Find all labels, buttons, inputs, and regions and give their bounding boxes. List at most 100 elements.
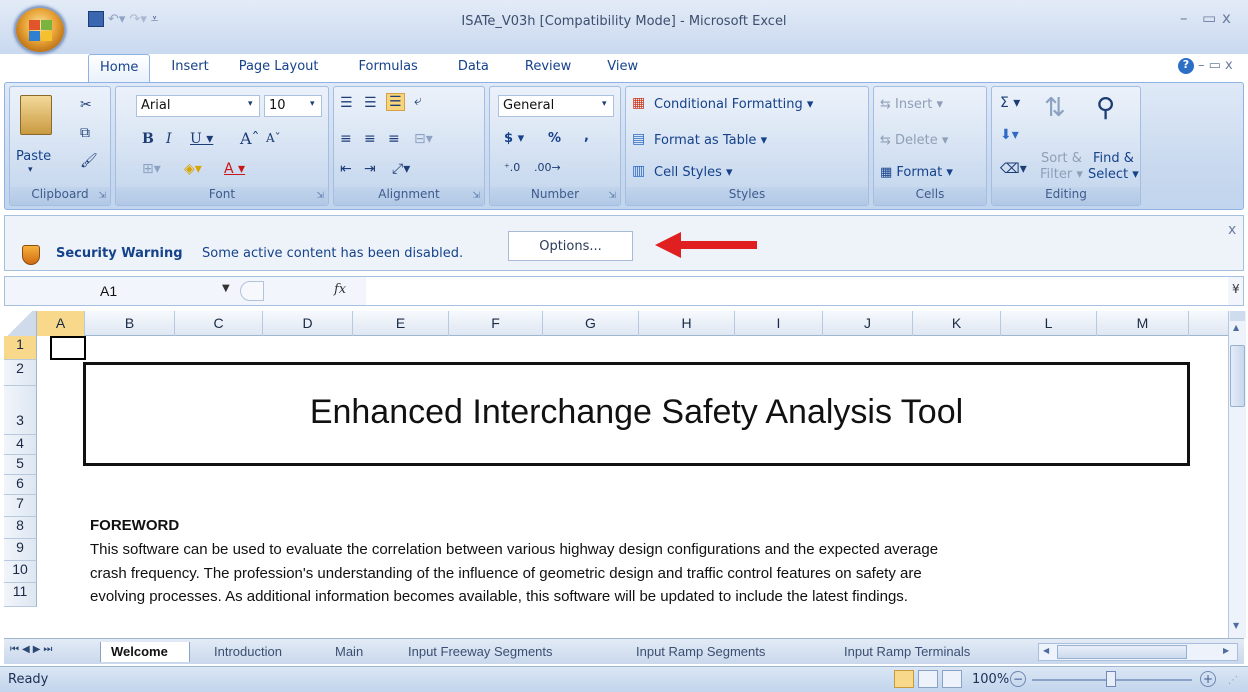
decrease-indent-icon[interactable]: ⇤ — [340, 161, 352, 177]
tab-view[interactable]: View — [596, 54, 649, 82]
font-launcher-icon[interactable]: ⇲ — [316, 191, 324, 201]
row-header[interactable]: 8 — [4, 517, 37, 539]
delete-cells-button[interactable]: ⇆ Delete ▾ — [880, 133, 948, 148]
font-color-icon[interactable]: A ▾ — [224, 161, 245, 177]
options-button[interactable]: Options... — [508, 231, 633, 261]
close-warning-icon[interactable]: x — [1228, 222, 1236, 238]
row-header[interactable]: 10 — [4, 561, 37, 583]
column-header[interactable]: K — [913, 311, 1001, 336]
number-format-dropdown-icon[interactable]: ▾ — [602, 99, 607, 109]
formula-input[interactable] — [366, 277, 1228, 305]
number-launcher-icon[interactable]: ⇲ — [608, 191, 616, 201]
tab-formulas[interactable]: Formulas — [347, 54, 428, 82]
zoom-in-icon[interactable]: + — [1200, 671, 1216, 687]
horizontal-scrollbar[interactable]: ◀ ▶ — [1038, 643, 1238, 661]
shrink-font-icon[interactable]: Aˇ — [266, 131, 281, 145]
currency-button[interactable]: $ ▾ — [504, 131, 524, 146]
normal-view-icon[interactable] — [894, 670, 914, 688]
column-header[interactable]: I — [735, 311, 823, 336]
comma-button[interactable]: , — [584, 129, 589, 144]
row-header[interactable]: 7 — [4, 495, 37, 517]
row-header[interactable]: 11 — [4, 583, 37, 607]
split-box[interactable] — [1230, 311, 1245, 321]
align-right-icon[interactable]: ≡ — [388, 131, 400, 147]
zoom-out-icon[interactable]: − — [1010, 671, 1026, 687]
copy-icon[interactable]: ⧉ — [80, 125, 90, 141]
column-header[interactable]: C — [175, 311, 263, 336]
select-all-button[interactable] — [4, 311, 37, 336]
row-header[interactable]: 5 — [4, 455, 37, 475]
italic-icon[interactable]: I — [166, 131, 172, 147]
format-as-table-button[interactable]: Format as Table ▾ — [654, 133, 767, 148]
column-header[interactable]: F — [449, 311, 543, 336]
scroll-up-icon[interactable]: ▲ — [1233, 323, 1239, 332]
orientation-icon[interactable]: ⤢▾ — [392, 161, 410, 177]
name-box-dropdown-icon[interactable]: ▼ — [222, 283, 230, 294]
autosum-icon[interactable]: Σ ▾ — [1000, 95, 1020, 111]
paste-icon[interactable] — [20, 95, 52, 135]
clear-icon[interactable]: ⌫▾ — [1000, 161, 1027, 177]
scroll-right-icon[interactable]: ▶ — [1223, 646, 1229, 655]
font-name-dropdown-icon[interactable]: ▾ — [248, 99, 253, 109]
font-size-dropdown-icon[interactable]: ▾ — [310, 99, 315, 109]
column-header[interactable]: A — [37, 311, 85, 336]
number-format-select[interactable]: General — [498, 95, 614, 117]
worksheet-grid[interactable]: A B C D E F G H I J K L M 1 2 3 4 5 6 7 … — [4, 311, 1228, 638]
find-select-button[interactable]: Find & Select ▾ — [1088, 151, 1139, 183]
column-header[interactable]: E — [353, 311, 449, 336]
bold-icon[interactable]: B — [142, 131, 154, 147]
scroll-left-icon[interactable]: ◀ — [1043, 646, 1049, 655]
cut-icon[interactable]: ✂ — [80, 97, 92, 113]
tab-page-layout[interactable]: Page Layout — [228, 54, 330, 82]
name-box[interactable]: A1 — [100, 283, 117, 299]
vertical-scrollbar[interactable]: ▲ ▼ — [1228, 311, 1246, 638]
row-header[interactable]: 9 — [4, 539, 37, 561]
align-left-icon[interactable]: ≡ — [340, 131, 352, 147]
column-header[interactable]: L — [1001, 311, 1097, 336]
formula-bar-splitter[interactable] — [240, 281, 264, 301]
align-top-icon[interactable]: ☰ — [340, 95, 353, 111]
wrap-text-icon[interactable]: ⤶ — [414, 93, 422, 109]
row-header[interactable]: 4 — [4, 435, 37, 455]
decrease-decimal-icon[interactable]: .00→ — [534, 161, 561, 174]
paste-button[interactable]: Paste — [16, 149, 51, 164]
column-header[interactable]: J — [823, 311, 913, 336]
expand-formula-bar-icon[interactable]: ¥ — [1232, 282, 1240, 296]
increase-indent-icon[interactable]: ⇥ — [364, 161, 376, 177]
sort-filter-button[interactable]: Sort & Filter ▾ — [1040, 151, 1083, 183]
merge-center-icon[interactable]: ⊟▾ — [414, 131, 433, 147]
percent-button[interactable]: % — [548, 131, 561, 146]
row-header[interactable]: 3 — [4, 386, 37, 435]
alignment-launcher-icon[interactable]: ⇲ — [472, 191, 480, 201]
row-header[interactable]: 2 — [4, 360, 37, 386]
grow-font-icon[interactable]: Aˆ — [240, 129, 260, 148]
align-bottom-icon[interactable]: ☰ — [386, 93, 405, 111]
horizontal-scroll-thumb[interactable] — [1057, 645, 1187, 659]
paste-dropdown-icon[interactable]: ▾ — [28, 165, 33, 175]
dialog-launcher-icon[interactable]: ⇲ — [98, 191, 106, 201]
fill-icon[interactable]: ⬇▾ — [1000, 127, 1019, 143]
align-middle-icon[interactable]: ☰ — [364, 95, 377, 111]
borders-icon[interactable]: ⊞▾ — [142, 161, 161, 177]
sheet-tab-welcome[interactable]: Welcome — [100, 642, 190, 662]
zoom-level[interactable]: 100% — [972, 672, 1009, 687]
row-header[interactable]: 1 — [4, 336, 37, 360]
scroll-down-icon[interactable]: ▼ — [1233, 621, 1239, 630]
column-header[interactable]: M — [1097, 311, 1189, 336]
help-icon[interactable]: ? — [1178, 58, 1194, 74]
conditional-formatting-button[interactable]: Conditional Formatting ▾ — [654, 97, 813, 112]
increase-decimal-icon[interactable]: ⁺.0 — [504, 161, 520, 174]
sheet-nav-arrows-icon[interactable]: ⏮◀▶⏭ — [10, 644, 55, 655]
minimize-icon[interactable]: – — [1180, 9, 1188, 27]
format-cells-button[interactable]: ▦ Format ▾ — [880, 165, 953, 180]
zoom-slider-thumb[interactable] — [1106, 671, 1116, 687]
font-name-select[interactable]: Arial — [136, 95, 260, 117]
close-icon[interactable]: x — [1222, 9, 1231, 27]
column-header[interactable]: H — [639, 311, 735, 336]
cell-styles-button[interactable]: Cell Styles ▾ — [654, 165, 733, 180]
sheet-tab-main[interactable]: Main — [335, 642, 363, 662]
column-header[interactable]: D — [263, 311, 353, 336]
sheet-tab-introduction[interactable]: Introduction — [214, 642, 282, 662]
resize-grip-icon[interactable]: ⋰ — [1228, 675, 1238, 686]
insert-cells-button[interactable]: ⇆ Insert ▾ — [880, 97, 943, 112]
